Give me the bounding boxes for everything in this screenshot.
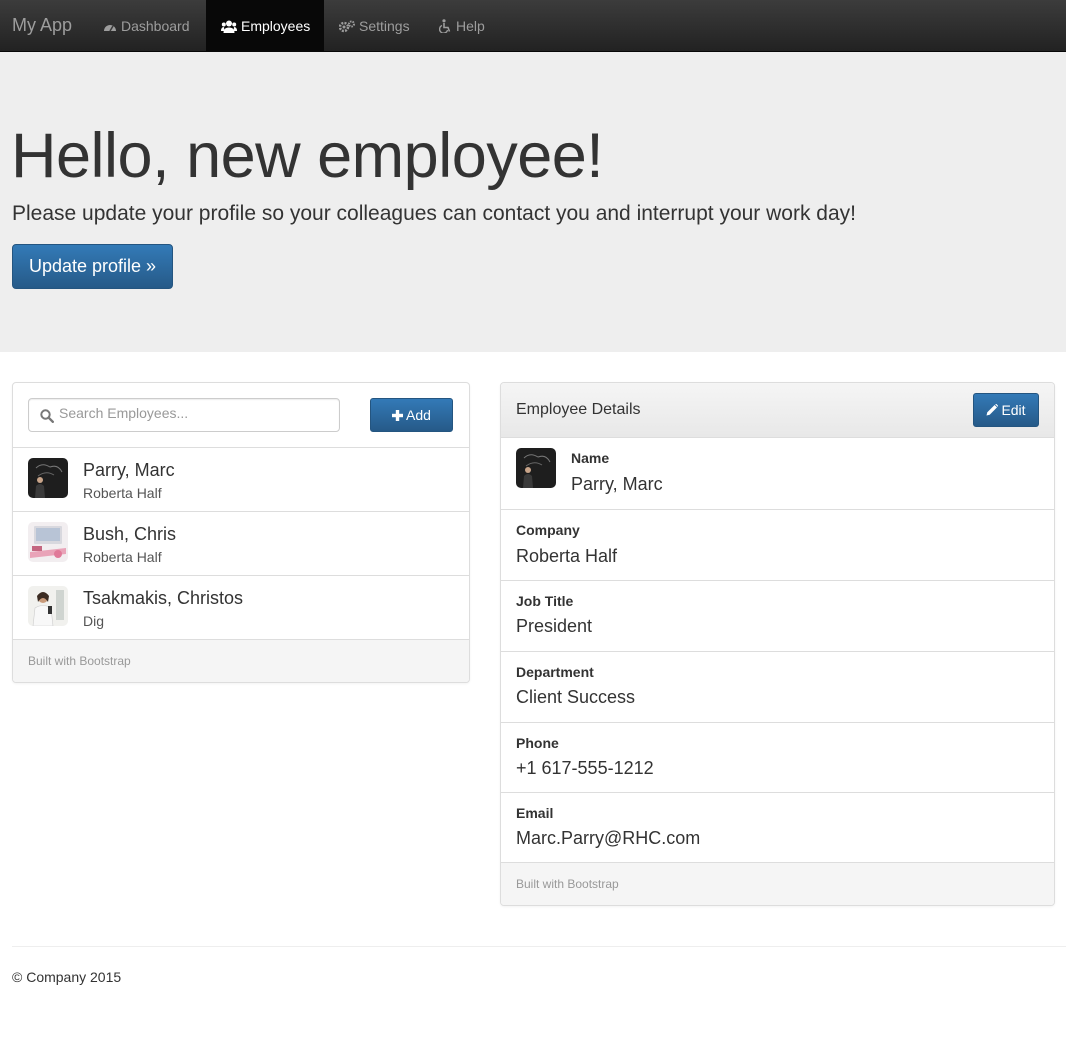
edit-button[interactable]: Edit [973,393,1039,427]
employee-company: Dig [83,613,105,629]
panel-heading: Employee Details Edit [501,383,1054,438]
nav-label: Settings [359,18,410,34]
nav-label: Dashboard [121,18,190,34]
jumbotron: Hello, new employee! Please update your … [0,52,1066,352]
employee-company: Roberta Half [83,485,162,501]
detail-name: Name Parry, Marc [501,438,1054,509]
plus-icon [392,410,404,421]
detail-value: Roberta Half [516,546,618,566]
employee-list-panel: Add Parry, Marc Roberta Half [12,382,470,683]
copyright-text: © Company 2015 [12,969,122,985]
detail-value: Marc.Parry@RHC.com [516,828,701,848]
avatar [28,586,68,626]
nav-label: Help [456,18,485,34]
add-employee-button[interactable]: Add [370,398,453,432]
detail-department: Department Client Success [501,651,1054,722]
update-profile-button[interactable]: Update profile » [12,244,173,289]
add-button-label: Add [406,407,431,423]
detail-phone: Phone +1 617-555-1212 [501,722,1054,792]
page-heading: Hello, new employee! [11,121,604,191]
detail-label: Department [516,664,594,680]
avatar [516,448,556,488]
search-field[interactable] [28,398,340,432]
nav-label: Employees [241,18,311,34]
employee-name: Tsakmakis, Christos [83,588,244,608]
detail-label: Name [571,450,610,466]
avatar [28,458,68,498]
nav-item-help[interactable]: Help [424,0,500,51]
lead-text: Please update your profile so your colle… [12,202,856,225]
users-icon [221,20,237,33]
detail-label: Job Title [516,593,574,609]
detail-value: +1 617-555-1212 [516,758,654,778]
footer-divider [12,946,1066,947]
employee-list-item[interactable]: Parry, Marc Roberta Half [13,447,469,511]
dashboard-icon [104,25,116,32]
employee-list-item[interactable]: Tsakmakis, Christos Dig [13,575,469,639]
search-icon [40,409,54,423]
panel-footer: Built with Bootstrap [13,639,469,682]
detail-job-title: Job Title President [501,580,1054,651]
avatar [28,522,68,562]
nav-item-settings[interactable]: Settings [324,0,425,51]
detail-email: Email Marc.Parry@RHC.com [501,792,1054,863]
panel-footer: Built with Bootstrap [501,862,1054,905]
detail-label: Company [516,522,580,538]
detail-value: President [516,616,593,636]
detail-label: Phone [516,735,559,751]
detail-value: Parry, Marc [571,474,663,494]
navbar: My App Dashboard Employees Settings Help [0,0,1066,52]
search-input[interactable] [59,405,329,421]
detail-company: Company Roberta Half [501,509,1054,580]
employee-name: Bush, Chris [83,524,177,544]
employee-name: Parry, Marc [83,460,175,480]
wheelchair-icon [438,19,451,34]
gears-icon [338,20,355,33]
nav-item-dashboard[interactable]: Dashboard [88,0,205,51]
nav-item-employees[interactable]: Employees [206,0,324,51]
employee-list-item[interactable]: Bush, Chris Roberta Half [13,511,469,575]
pencil-icon [986,403,999,416]
brand-link[interactable]: My App [12,15,72,36]
panel-title: Employee Details [516,401,641,418]
detail-value: Client Success [516,687,636,707]
employee-details-panel: Employee Details Edit Name Parry, Marc C… [500,382,1055,906]
employee-company: Roberta Half [83,549,162,565]
detail-label: Email [516,805,554,821]
edit-button-label: Edit [1001,402,1026,418]
